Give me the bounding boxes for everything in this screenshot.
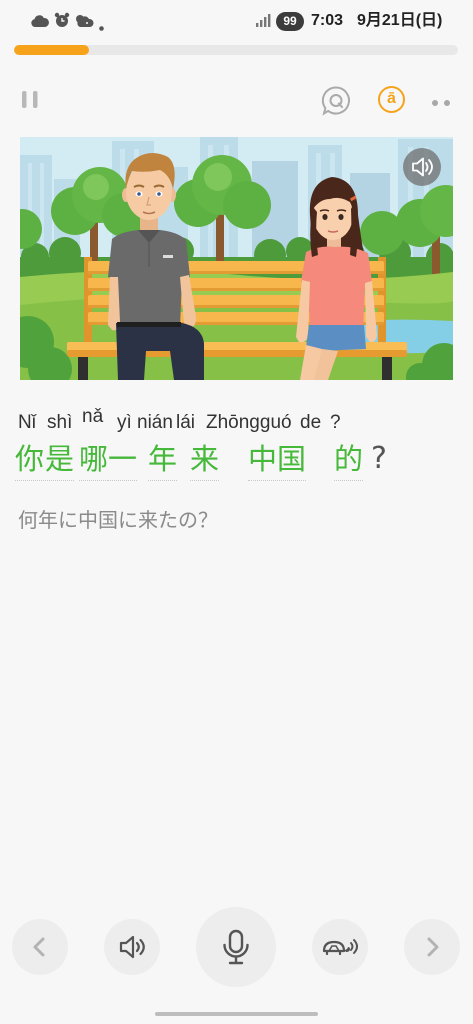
speaker-icon bbox=[119, 935, 145, 959]
progress-fill bbox=[14, 45, 90, 55]
hanzi-token[interactable]: 来 bbox=[190, 441, 220, 481]
microphone-icon bbox=[223, 929, 249, 965]
pinyin-token[interactable]: Nǐ bbox=[18, 410, 36, 436]
next-button[interactable] bbox=[404, 919, 460, 975]
scene-illustration bbox=[20, 137, 453, 380]
chevron-left-icon bbox=[33, 937, 45, 957]
notification-dot-icon bbox=[99, 18, 104, 36]
signal-icon bbox=[256, 14, 271, 32]
status-bar: 99 7:03 9月21日(日) bbox=[0, 0, 473, 40]
cloud-icon bbox=[31, 14, 49, 32]
clock-date: 9月21日(日) bbox=[357, 12, 443, 29]
pause-icon[interactable] bbox=[20, 90, 40, 114]
hanzi-token[interactable]: 哪 bbox=[79, 441, 109, 481]
pinyin-token[interactable]: Zhōngguó bbox=[206, 410, 292, 436]
weather-icon bbox=[74, 13, 94, 32]
alarm-clock-icon bbox=[54, 12, 70, 33]
translation-text: 何年に中国に来たの？ bbox=[18, 508, 218, 532]
play-audio-button[interactable] bbox=[104, 919, 160, 975]
q-bubble-icon[interactable] bbox=[320, 85, 352, 122]
hanzi-punctuation: ? bbox=[371, 441, 387, 476]
hanzi-token[interactable]: 你 bbox=[15, 441, 45, 481]
pinyin-punctuation: ? bbox=[330, 412, 341, 433]
previous-button[interactable] bbox=[12, 919, 68, 975]
speaker-icon[interactable] bbox=[403, 148, 441, 186]
clock-time: 7:03 bbox=[311, 12, 344, 29]
hanzi-token[interactable]: 是 bbox=[45, 441, 75, 481]
pinyin-token[interactable]: nǎ bbox=[82, 404, 103, 430]
pinyin-token[interactable]: yì bbox=[117, 410, 132, 436]
battery-badge: 99 bbox=[276, 12, 304, 31]
pinyin-token[interactable]: lái bbox=[176, 410, 195, 436]
pinyin-toggle-button[interactable]: ā bbox=[378, 86, 405, 113]
hanzi-token[interactable]: 一 bbox=[108, 441, 138, 481]
hanzi-token[interactable]: 中国 bbox=[248, 441, 307, 481]
progress-track bbox=[14, 45, 458, 55]
record-button[interactable] bbox=[196, 907, 276, 987]
hanzi-token[interactable]: 的 bbox=[334, 441, 364, 481]
pinyin-token[interactable]: nián bbox=[137, 410, 173, 436]
slow-play-button[interactable] bbox=[312, 919, 368, 975]
turtle-speaker-icon bbox=[322, 939, 358, 956]
more-icon[interactable] bbox=[430, 95, 454, 113]
pinyin-token[interactable]: de bbox=[300, 410, 321, 436]
pinyin-token[interactable]: shì bbox=[47, 410, 72, 436]
home-indicator[interactable] bbox=[155, 1012, 318, 1016]
hanzi-token[interactable]: 年 bbox=[148, 441, 178, 481]
chevron-right-icon bbox=[427, 937, 439, 957]
